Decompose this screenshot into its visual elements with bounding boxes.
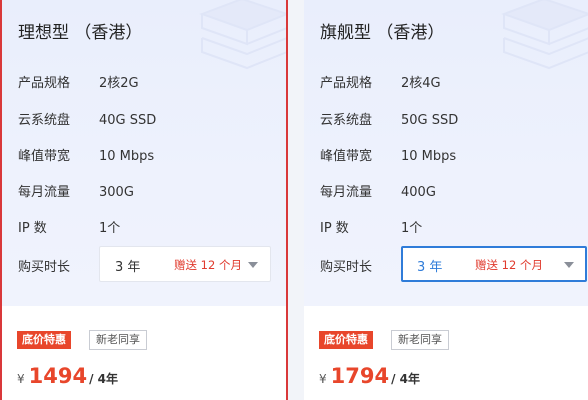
duration-select[interactable]: 3 年 赠送 12 个月 [99,246,271,282]
plan-card-footer: 底价特惠 新老同享 ¥1494/ 4年 [2,306,286,400]
spec-value: 1个 [401,221,423,236]
price-period: / 4年 [89,372,119,386]
plan-title: 旗舰型 （香港） [320,23,445,43]
spec-value: 2核2G [99,76,139,91]
badge-discount: 底价特惠 [319,331,373,349]
price: ¥1794/ 4年 [319,364,420,388]
spec-value: 10 Mbps [401,149,457,164]
duration-select[interactable]: 3 年 赠送 12 个月 [401,246,587,282]
plan-card-header: 旗舰型 （香港） 产品规格 2核4G 云系统盘 50G SSD 峰值带宽 10 Mbp… [304,0,588,306]
spec-row-cpu: 产品规格 2核2G [18,72,139,91]
duration-label: 购买时长 [320,260,373,275]
plan-card-footer: 底价特惠 新老同享 ¥1794/ 4年 [304,306,588,400]
spec-label: 产品规格 [320,76,373,91]
spec-row-traffic: 每月流量 300G [18,181,134,200]
spec-row-disk: 云系统盘 50G SSD [320,109,458,128]
spec-label: IP 数 [18,221,47,236]
spec-row-traffic: 每月流量 400G [320,181,436,200]
duration-selected: 3 年 [417,260,443,275]
spec-value: 1个 [99,221,121,236]
spec-label: 每月流量 [18,185,71,200]
badge-new-old: 新老同享 [391,330,449,350]
spec-value: 400G [401,185,436,200]
duration-label: 购买时长 [18,260,71,275]
price-currency: ¥ [319,372,327,386]
spec-label: 云系统盘 [18,113,71,128]
spec-label: 云系统盘 [320,113,373,128]
plan-card-header: 理想型 （香港） 产品规格 2核2G 云系统盘 40G SSD 峰值带宽 10 Mbp… [2,0,286,306]
plan-title: 理想型 （香港） [18,23,143,43]
duration-gift: 赠送 12 个月 [174,258,242,272]
spec-value: 300G [99,185,134,200]
plan-card-ideal[interactable]: 理想型 （香港） 产品规格 2核2G 云系统盘 40G SSD 峰值带宽 10 Mbp… [0,0,288,400]
price-amount: 1494 [28,364,88,388]
spec-value: 10 Mbps [99,149,155,164]
server-illustration-icon [199,0,286,70]
price-amount: 1794 [330,364,390,388]
spec-row-ip: IP 数 1个 [320,217,422,236]
server-illustration-icon [501,0,588,70]
spec-row-ip: IP 数 1个 [18,217,120,236]
duration-gift: 赠送 12 个月 [475,258,543,272]
spec-row-cpu: 产品规格 2核4G [320,72,441,91]
spec-row-disk: 云系统盘 40G SSD [18,109,156,128]
spec-label: 峰值带宽 [18,149,71,164]
spec-value: 40G SSD [99,113,157,128]
spec-label: 每月流量 [320,185,373,200]
price: ¥1494/ 4年 [17,364,118,388]
plan-card-flagship[interactable]: 旗舰型 （香港） 产品规格 2核4G 云系统盘 50G SSD 峰值带宽 10 Mbp… [304,0,588,400]
price-period: / 4年 [391,372,421,386]
badge-discount: 底价特惠 [17,331,71,349]
badge-new-old: 新老同享 [89,330,147,350]
spec-label: 峰值带宽 [320,149,373,164]
spec-value: 2核4G [401,76,441,91]
spec-row-bandwidth: 峰值带宽 10 Mbps [320,145,456,164]
price-currency: ¥ [17,372,25,386]
spec-label: 产品规格 [18,76,71,91]
chevron-down-icon [248,262,258,268]
chevron-down-icon [564,262,574,268]
duration-selected: 3 年 [115,260,141,275]
spec-value: 50G SSD [401,113,459,128]
spec-row-bandwidth: 峰值带宽 10 Mbps [18,145,154,164]
spec-label: IP 数 [320,221,349,236]
